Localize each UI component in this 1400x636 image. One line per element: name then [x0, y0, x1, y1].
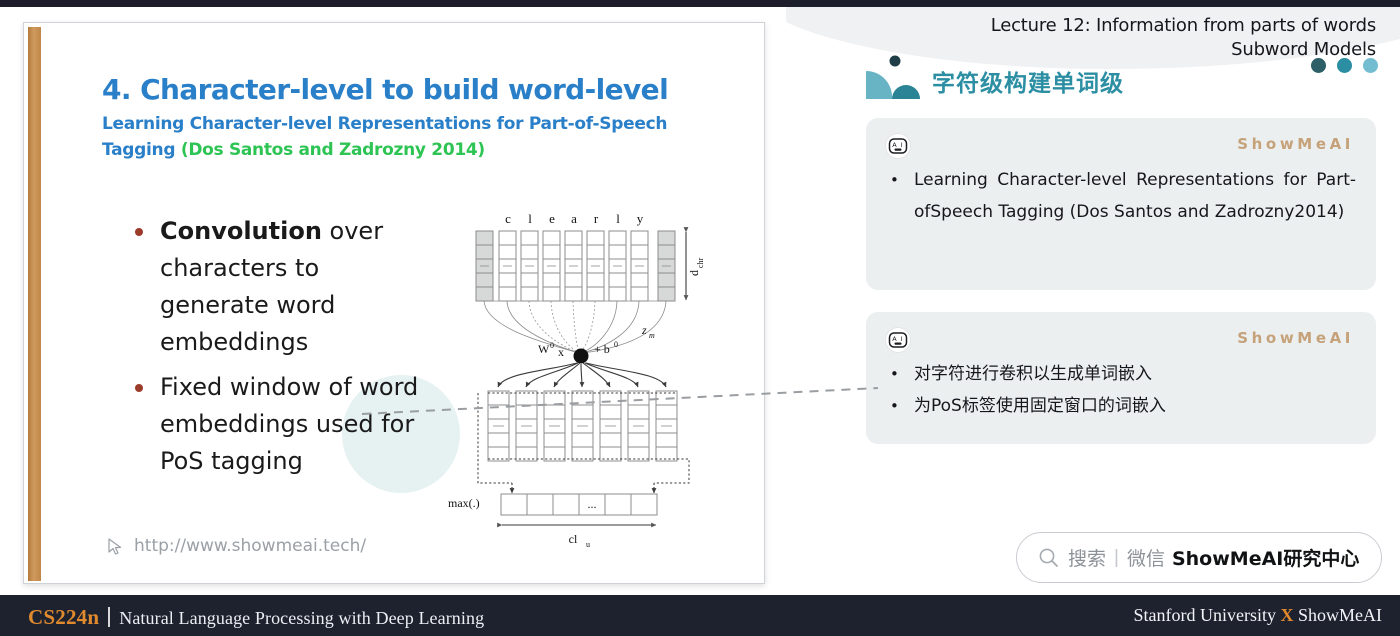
- diagram-char-labels: c l e a r l y: [505, 211, 644, 226]
- search-bar[interactable]: 搜索 | 微信 ShowMeAI研究中心: [1016, 532, 1382, 583]
- svg-text:a: a: [571, 211, 577, 226]
- note-card-english[interactable]: A I ShowMeAI Learning Character-level Re…: [866, 118, 1376, 290]
- svg-text:e: e: [549, 211, 555, 226]
- footer-left-group: CS224n Natural Language Processing with …: [28, 604, 484, 630]
- lecture-slide[interactable]: 4. Character-level to build word-level L…: [23, 22, 765, 584]
- svg-text:chr: chr: [696, 258, 705, 269]
- slide-viewer-root: 4. Character-level to build word-level L…: [0, 0, 1400, 636]
- diagram-conv-fanout: [497, 362, 667, 388]
- showmeai-logo: [866, 55, 920, 99]
- svg-text:W: W: [538, 342, 550, 356]
- slide-title: 4. Character-level to build word-level: [102, 73, 669, 106]
- footer-bar: CS224n Natural Language Processing with …: [0, 595, 1400, 636]
- svg-text:+ b: + b: [594, 342, 610, 356]
- svg-text:z: z: [641, 323, 647, 337]
- search-separator: |: [1114, 546, 1119, 568]
- dot-3: [1363, 58, 1378, 73]
- list-item: Convolution over characters to generate …: [128, 213, 428, 361]
- svg-text:y: y: [637, 211, 644, 226]
- footer-right-group: Stanford University X ShowMeAI: [1134, 605, 1382, 626]
- diagram-dim-annotation: d chr: [683, 227, 705, 301]
- diagram-input-columns: [475, 230, 676, 302]
- cnn-architecture-diagram: .bx { fill:#ffffff; stroke:#8c8c8c; stro…: [446, 201, 736, 551]
- footer-x: X: [1280, 605, 1294, 625]
- svg-text:d: d: [687, 270, 701, 276]
- course-code: CS224n: [28, 605, 100, 629]
- ai-robot-icon: A I: [885, 133, 911, 159]
- decorative-dots: [1311, 58, 1378, 73]
- lecture-title-line1: Lecture 12: Information from parts of wo…: [990, 15, 1376, 36]
- slide-subtitle: Learning Character-level Representations…: [102, 111, 712, 163]
- footer-university: Stanford University: [1133, 605, 1281, 625]
- list-item: 为PoS标签使用固定窗口的词嵌入: [884, 390, 1356, 422]
- bullet-lead-word: Convolution: [160, 217, 322, 245]
- svg-text:A I: A I: [892, 335, 903, 343]
- search-channel: 微信: [1126, 548, 1165, 570]
- svg-text:l: l: [616, 211, 620, 226]
- slide-bullet-list: Convolution over characters to generate …: [128, 213, 428, 480]
- search-placeholder[interactable]: 搜索: [1068, 544, 1106, 571]
- diagram-conv-columns: [487, 390, 678, 462]
- cursor-arrow-icon: [108, 537, 122, 555]
- section-heading-cn: 字符级构建单词级: [932, 71, 1124, 97]
- notes-panel: Lecture 12: Information from parts of wo…: [786, 7, 1400, 595]
- svg-text:...: ...: [588, 497, 597, 511]
- note-list: 对字符进行卷积以生成单词嵌入 为PoS标签使用固定窗口的词嵌入: [884, 358, 1356, 422]
- slide-url-text: http://www.showmeai.tech/: [134, 536, 367, 556]
- dot-1: [1311, 58, 1326, 73]
- list-item: Learning Character-level Representations…: [884, 164, 1356, 228]
- svg-text:A I: A I: [892, 141, 903, 149]
- dot-2: [1337, 58, 1352, 73]
- svg-text:u: u: [586, 540, 590, 549]
- list-item: Fixed window of word embeddings used for…: [128, 369, 428, 480]
- bullet-text: Fixed window of word embeddings used for…: [160, 373, 419, 475]
- note-list: Learning Character-level Representations…: [884, 164, 1356, 228]
- svg-text:r: r: [594, 211, 599, 226]
- svg-text:0: 0: [614, 340, 618, 349]
- svg-text:cl: cl: [569, 532, 578, 546]
- svg-text:l: l: [528, 211, 532, 226]
- svg-text:0: 0: [550, 341, 554, 350]
- ai-robot-icon: A I: [885, 327, 911, 353]
- diagram-clu-annotation: cl u: [497, 522, 657, 549]
- search-brand: ShowMeAI研究中心: [1171, 548, 1360, 570]
- slide-accent-bar: [28, 27, 41, 581]
- slide-citation: (Dos Santos and Zadrozny 2014): [180, 140, 485, 160]
- search-icon: [1039, 548, 1058, 567]
- brand-label: ShowMeAI: [1237, 329, 1354, 347]
- list-item: 对字符进行卷积以生成单词嵌入: [884, 358, 1356, 390]
- window-top-bar: [0, 0, 1400, 7]
- svg-text:c: c: [505, 211, 511, 226]
- note-card-chinese[interactable]: A I ShowMeAI 对字符进行卷积以生成单词嵌入 为PoS标签使用固定窗口…: [866, 312, 1376, 444]
- diagram-pooled-vector: max(.) ...: [448, 493, 658, 516]
- svg-text:m: m: [649, 331, 655, 340]
- slide-watermark: http://www.showmeai.tech/: [106, 536, 366, 556]
- svg-text:max(.): max(.): [448, 496, 480, 510]
- diagram-conv-node: [573, 348, 589, 364]
- footer-partner: ShowMeAI: [1293, 605, 1382, 625]
- course-name: Natural Language Processing with Deep Le…: [119, 608, 485, 628]
- footer-divider: [108, 607, 111, 627]
- brand-label: ShowMeAI: [1237, 135, 1354, 153]
- svg-text:x: x: [558, 345, 564, 359]
